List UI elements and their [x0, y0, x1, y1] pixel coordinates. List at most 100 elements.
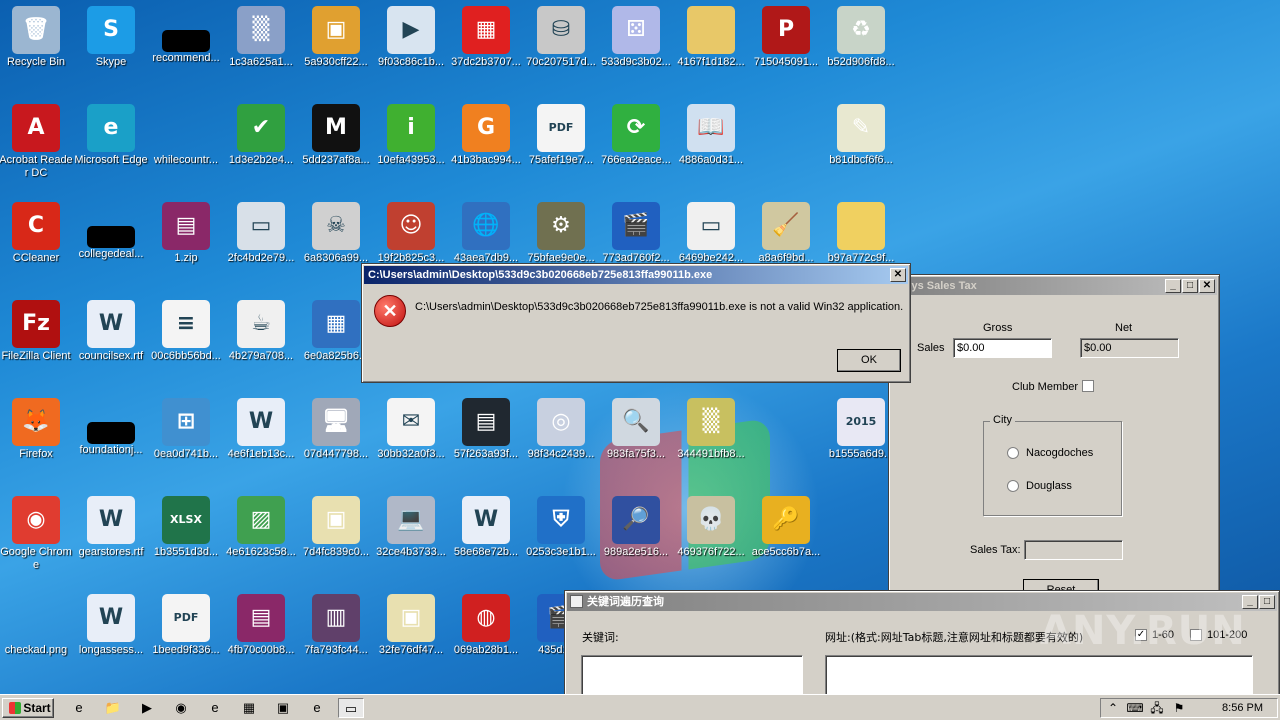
desktop-icon[interactable]: 🖥 07d447798...	[298, 392, 374, 488]
keyboard-icon[interactable]: ⌨	[1125, 698, 1145, 718]
desktop-icon[interactable]: ▒ 1c3a625a1...	[223, 0, 299, 96]
sales-tax-titlebar[interactable]: nmys Sales Tax _ □ ✕	[891, 277, 1217, 295]
desktop-icon[interactable]: XLSX 1b3551d3d...	[148, 490, 224, 586]
desktop-icon[interactable]: ✎ b81dbcf6f6...	[823, 98, 899, 194]
desktop-icon[interactable]: ▤ 1.zip	[148, 196, 224, 292]
desktop-icon[interactable]: W 58e68e72b...	[448, 490, 524, 586]
media-player-icon[interactable]: ▶	[134, 698, 160, 718]
desktop-icon[interactable]: e Microsoft Edge	[73, 98, 149, 194]
desktop-icon[interactable]: ⚄ 533d9c3b02...	[598, 0, 674, 96]
chevron-up-icon[interactable]: ⌃	[1103, 698, 1123, 718]
desktop-icon[interactable]: ▨ 4e61623c58...	[223, 490, 299, 586]
desktop-icon[interactable]: ▤ 57f263a93f...	[448, 392, 524, 488]
winrar-icon: ▤	[162, 202, 210, 250]
flag-icon[interactable]: ⚑	[1169, 698, 1189, 718]
desktop-icon[interactable]: ▥ 7fa793fc44...	[298, 588, 374, 684]
desktop-icon[interactable]: ⊞ 0ea0d741b...	[148, 392, 224, 488]
desktop-icon[interactable]: ♻ b52d906fd8...	[823, 0, 899, 96]
desktop-icon[interactable]: 📖 4886a0d31...	[673, 98, 749, 194]
desktop-icon[interactable]: ⟳ 766ea2eace...	[598, 98, 674, 194]
desktop-icon[interactable]: 💻 32ce4b3733...	[373, 490, 449, 586]
desktop-icon[interactable]: i 10efa43953...	[373, 98, 449, 194]
desktop-icon[interactable]: ▦ 37dc2b3707...	[448, 0, 524, 96]
desktop-icon[interactable]: ▶ 9f03c86c1b...	[373, 0, 449, 96]
desktop-icon[interactable]: checkad.png	[0, 588, 74, 684]
desktop-icon[interactable]: ▭ 2fc4bd2e79...	[223, 196, 299, 292]
edge-icon[interactable]: e	[202, 698, 228, 718]
desktop-icon[interactable]: whilecountr...	[148, 98, 224, 194]
desktop-icon[interactable]: Wlongassess...	[73, 588, 149, 684]
gross-input[interactable]	[953, 338, 1052, 358]
desktop-icon[interactable]: 🔎 989a2e516...	[598, 490, 674, 586]
desktop-icon[interactable]: Wgearstores.rtf	[73, 490, 149, 586]
desktop-icon[interactable]: P 715045091...	[748, 0, 824, 96]
desktop-icon[interactable]: 💀 469376f722...	[673, 490, 749, 586]
desktop-icon[interactable]: G 41b3bac994...	[448, 98, 524, 194]
desktop-icon[interactable]: ≡ 00c6bb56bd...	[148, 294, 224, 390]
desktop-icon[interactable]: ◎ 98f34c2439...	[523, 392, 599, 488]
close-button[interactable]: ✕	[890, 268, 906, 282]
desktop-icon[interactable]: ▣ 7d4fc839c0...	[298, 490, 374, 586]
desktop-icon[interactable]: W 4e6f1eb13c...	[223, 392, 299, 488]
radio-douglass[interactable]	[1007, 480, 1019, 492]
desktop-icon[interactable]: ▣ 32fe76df47...	[373, 588, 449, 684]
maximize-button[interactable]: □	[1182, 279, 1198, 293]
desktop-icon[interactable]: ✉ 30bb32a0f3...	[373, 392, 449, 488]
installer-window-icon[interactable]: ▣	[270, 698, 296, 718]
ok-button[interactable]: OK	[837, 349, 901, 372]
pdf-icon: PDF	[162, 594, 210, 642]
desktop-icon[interactable]: ▣ 5a930cff22...	[298, 0, 374, 96]
desktop-icon-label: Google Chrome	[0, 546, 72, 571]
desktop-icon[interactable]: foundationj...	[73, 392, 149, 488]
chrome-icon[interactable]: ◉	[168, 698, 194, 718]
minimize-button[interactable]: _	[1242, 595, 1258, 609]
network-icon[interactable]: 🖧	[1147, 698, 1167, 718]
desktop-icon[interactable]: M 5dd237af8a...	[298, 98, 374, 194]
desktop-icon[interactable]: 🔍 983fa75f3...	[598, 392, 674, 488]
desktop-icon[interactable]: Wcouncilsex.rtf	[73, 294, 149, 390]
url-textarea[interactable]	[825, 655, 1253, 695]
ie-icon[interactable]: e	[304, 698, 330, 718]
desktop-icon[interactable]: ▤ 4fb70c00b8...	[223, 588, 299, 684]
desktop-icon[interactable]: ☕ 4b279a708...	[223, 294, 299, 390]
desktop-icon-label: Skype	[95, 56, 127, 68]
window-icon[interactable]: ▭	[338, 698, 364, 718]
desktop-icon[interactable]: ◉ Google Chrome	[0, 490, 74, 586]
desktop-icon[interactable]: collegedeal...	[73, 196, 149, 292]
clock[interactable]: 8:56 PM	[1222, 702, 1263, 714]
club-member-checkbox[interactable]	[1082, 380, 1094, 392]
desktop-icon[interactable]: ⛨ 0253c3e1b1...	[523, 490, 599, 586]
maximize-button[interactable]: □	[1259, 595, 1275, 609]
desktop-icon[interactable]: C CCleaner	[0, 196, 74, 292]
desktop-icon[interactable]: ⛁ 70c207517d...	[523, 0, 599, 96]
desktop-icon[interactable]: PDF 75afef19e7...	[523, 98, 599, 194]
color-squares-icon[interactable]: ▦	[236, 698, 262, 718]
error-dialog-titlebar[interactable]: C:\Users\admin\Desktop\533d9c3b020668eb7…	[364, 266, 908, 284]
desktop-icon-label: 469376f722...	[677, 546, 745, 558]
explorer-icon[interactable]: 📁	[100, 698, 126, 718]
desktop-icon[interactable]: 🦊 Firefox	[0, 392, 74, 488]
desktop-icon[interactable]: A Acrobat Reader DC	[0, 98, 74, 194]
desktop-icon-label: 5a930cff22...	[304, 56, 368, 68]
radio-nacogdoches[interactable]	[1007, 447, 1019, 459]
desktop-icon[interactable]: ◍ 069ab28b1...	[448, 588, 524, 684]
desktop-icon[interactable]: ✔ 1d3e2b2e4...	[223, 98, 299, 194]
desktop-icon[interactable]: recommend...	[148, 0, 224, 96]
desktop-icon[interactable]: 4167f1d182...	[673, 0, 749, 96]
desktop-icon[interactable]: PDF 1beed9f336...	[148, 588, 224, 684]
desktop-icon[interactable]: Fz FileZilla Client	[0, 294, 74, 390]
anime-face-icon: ☺	[387, 202, 435, 250]
open-book-icon: 📖	[687, 104, 735, 152]
desktop-icon[interactable]: 🗑 Recycle Bin	[0, 0, 74, 96]
start-button[interactable]: Start	[2, 698, 54, 718]
desktop-icon-label: 37dc2b3707...	[451, 56, 521, 68]
window-app-icon: ▭	[237, 202, 285, 250]
ie-icon[interactable]: e	[66, 698, 92, 718]
minimize-button[interactable]: _	[1165, 279, 1181, 293]
keyword-textarea[interactable]	[581, 655, 803, 695]
desktop-icon[interactable]: S Skype	[73, 0, 149, 96]
desktop-icon[interactable]: ▒ 344491bfb8...	[673, 392, 749, 488]
desktop-icon[interactable]: 🔑 ace5cc6b7a...	[748, 490, 824, 586]
close-button[interactable]: ✕	[1199, 279, 1215, 293]
desktop-icon-label: 00c6bb56bd...	[151, 350, 221, 362]
